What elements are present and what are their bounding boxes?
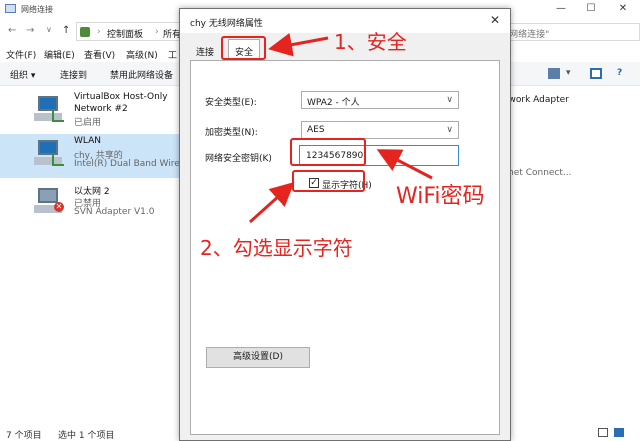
step2-annotation: 2、勾选显示字符: [200, 236, 353, 260]
wifi-password-annotation: WiFi密码: [396, 184, 485, 209]
step1-annotation: 1、安全: [334, 30, 407, 54]
annotation-arrows: [248, 32, 433, 224]
arrow-to-security-tab: [268, 32, 329, 57]
network-connections-window: 网络连接 — ☐ ✕ ← → ∨ ↑ › 控制面板 › 所有 ↻ "网络连接" …: [0, 0, 640, 441]
arrow-to-key: [376, 149, 433, 180]
arrow-to-checkbox: [248, 181, 295, 224]
